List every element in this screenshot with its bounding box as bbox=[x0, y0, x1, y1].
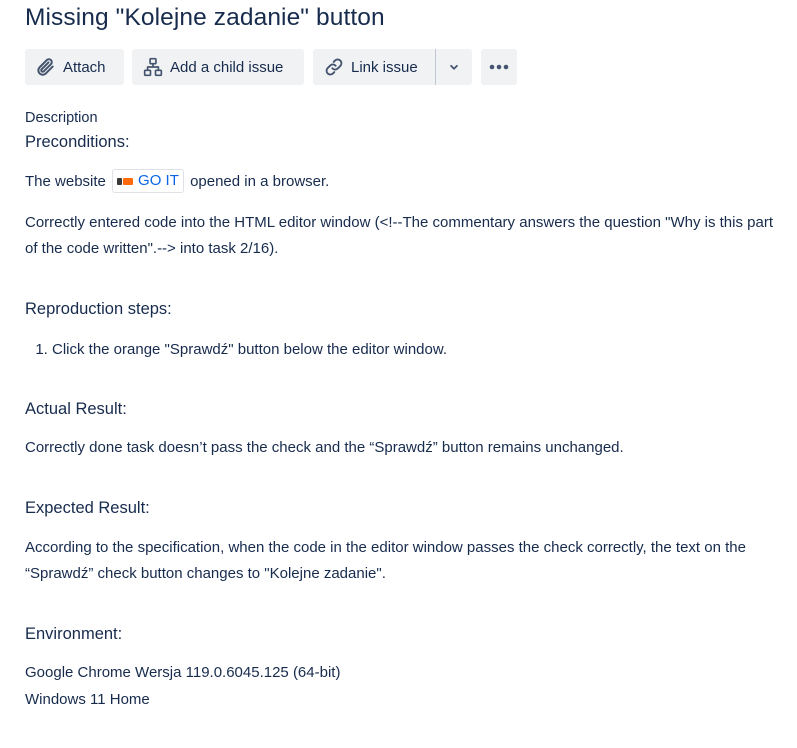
preconditions-text-before: The website bbox=[25, 173, 106, 190]
reproduction-steps-list: Click the orange "Sprawdź" button below … bbox=[25, 338, 447, 362]
expected-result-heading: Expected Result: bbox=[25, 499, 150, 517]
link-issue-button[interactable]: Link issue bbox=[313, 49, 435, 85]
environment-line-2: Windows 11 Home bbox=[25, 691, 150, 708]
reproduction-heading: Reproduction steps: bbox=[25, 300, 172, 318]
attach-label: Attach bbox=[63, 58, 106, 76]
environment-line-1: Google Chrome Wersja 119.0.6045.125 (64-… bbox=[25, 664, 341, 681]
description-label: Description bbox=[25, 110, 98, 126]
link-issue-dropdown-button[interactable] bbox=[436, 49, 472, 85]
goit-smart-link[interactable]: GO IT bbox=[112, 169, 184, 194]
add-child-issue-button[interactable]: Add a child issue bbox=[132, 49, 304, 85]
link-icon bbox=[324, 57, 344, 77]
add-child-issue-label: Add a child issue bbox=[170, 58, 284, 76]
actual-result-text: Correctly done task doesn’t pass the che… bbox=[25, 439, 624, 456]
smart-link-text: GO IT bbox=[138, 172, 179, 190]
environment-heading: Environment: bbox=[25, 625, 123, 643]
more-horizontal-icon bbox=[488, 63, 510, 71]
goit-logo-icon bbox=[117, 177, 134, 186]
preconditions-text-after: opened in a browser. bbox=[190, 173, 330, 190]
chevron-down-icon bbox=[447, 60, 461, 74]
actual-result-heading: Actual Result: bbox=[25, 400, 127, 418]
preconditions-line-2: Correctly entered code into the HTML edi… bbox=[25, 214, 773, 257]
expected-result-text: According to the specification, when the… bbox=[25, 539, 746, 582]
paperclip-icon bbox=[36, 57, 56, 77]
list-item: Click the orange "Sprawdź" button below … bbox=[52, 338, 447, 362]
more-actions-button[interactable] bbox=[481, 49, 517, 85]
preconditions-line-1: The website GO IT opened in a browser. bbox=[25, 169, 329, 195]
preconditions-heading: Preconditions: bbox=[25, 133, 130, 151]
issue-view: Missing "Kolejne zadanie" button Attach … bbox=[0, 0, 797, 748]
attach-button[interactable]: Attach bbox=[25, 49, 124, 85]
link-issue-label: Link issue bbox=[351, 58, 418, 76]
child-issue-icon bbox=[143, 57, 163, 77]
issue-title[interactable]: Missing "Kolejne zadanie" button bbox=[25, 4, 385, 32]
